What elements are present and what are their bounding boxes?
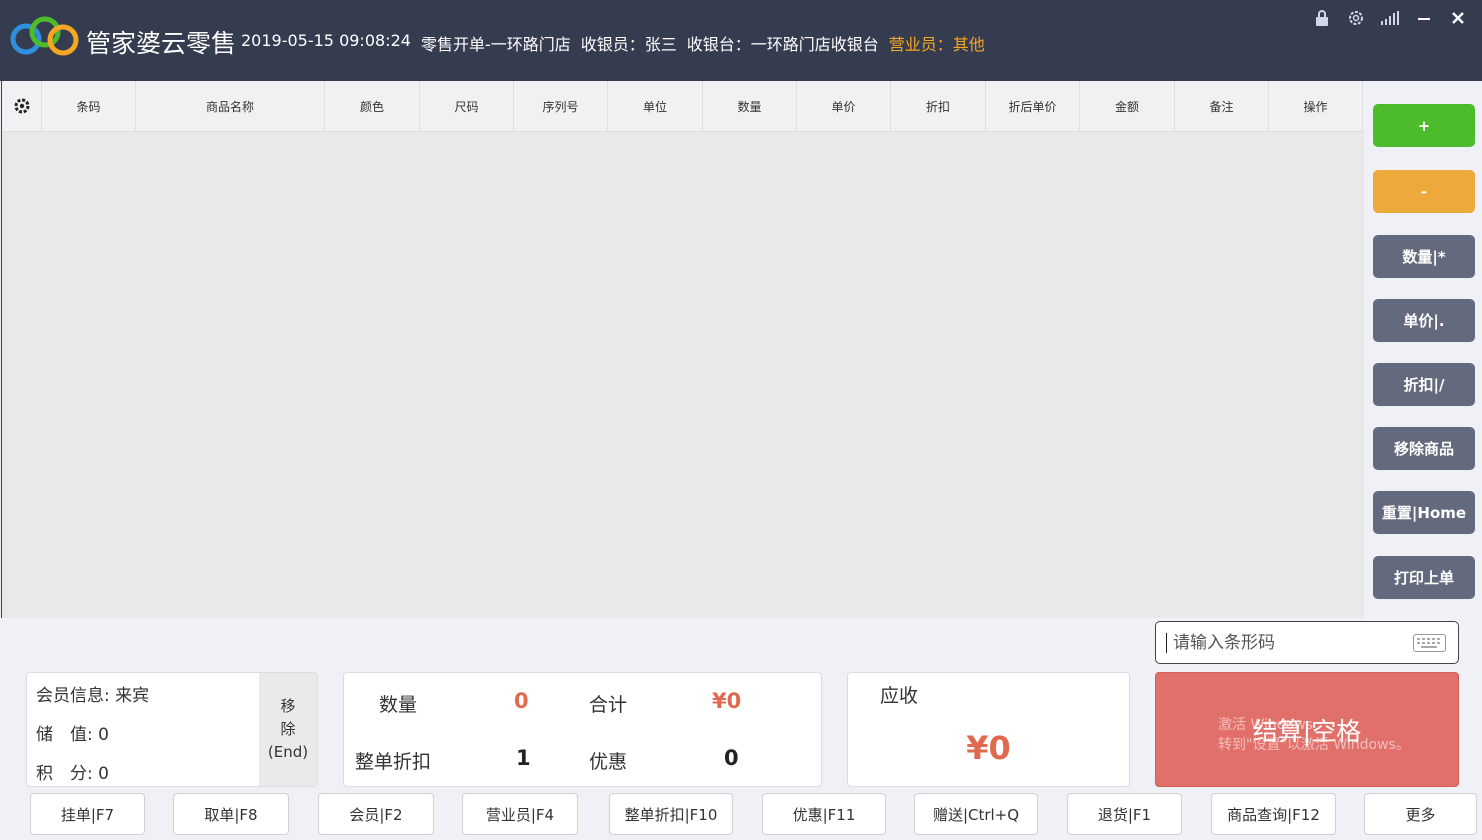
receivable-amount: ¥0	[966, 729, 1011, 767]
barcode-input[interactable]	[1166, 632, 1406, 653]
column-header: 颜色	[325, 81, 420, 131]
quantity-button[interactable]: 数量|*	[1373, 235, 1475, 278]
store-label: -一环路门店	[484, 35, 571, 54]
column-header: 操作	[1269, 81, 1363, 131]
print-last-button[interactable]: 打印上单	[1373, 556, 1475, 599]
qty-value: 0	[514, 689, 529, 713]
promotion-button[interactable]: 优惠|F11	[762, 793, 886, 835]
member-name: 来宾	[115, 686, 150, 706]
column-header: 单价	[797, 81, 891, 131]
return-button[interactable]: 退货|F1	[1067, 793, 1182, 835]
product-table: 条码 商品名称 颜色 尺码 序列号 单位 数量 单价 折扣 折后单价 金额 备注 操作	[1, 81, 1364, 618]
discount-label: 整单折扣	[355, 751, 432, 773]
checkout-label: 结算|空格	[1252, 716, 1362, 746]
member-button[interactable]: 会员|F2	[318, 793, 434, 835]
totals-panel: 数量 0 合计 ¥0 整单折扣 1 优惠 0	[343, 672, 822, 787]
hold-order-button[interactable]: 挂单|F7	[30, 793, 145, 835]
salesperson-label[interactable]: 营业员：其他	[889, 31, 985, 55]
qty-label: 数量	[379, 694, 418, 716]
sum-label: 合计	[589, 694, 628, 716]
order-discount-button[interactable]: 整单折扣|F10	[609, 793, 733, 835]
app-name: 管家婆云零售	[86, 29, 237, 58]
add-qty-button[interactable]: +	[1373, 104, 1475, 147]
gift-button[interactable]: 赠送|Ctrl+Q	[914, 793, 1038, 835]
column-header: 折扣	[891, 81, 986, 131]
column-header: 备注	[1175, 81, 1269, 131]
discount-value: 1	[516, 746, 531, 770]
table-header: 条码 商品名称 颜色 尺码 序列号 单位 数量 单价 折扣 折后单价 金额 备注 操作	[2, 81, 1364, 132]
mode-label: 零售开单	[420, 35, 485, 54]
barcode-input-box	[1155, 621, 1459, 664]
reset-button[interactable]: 重置|Home	[1373, 491, 1475, 534]
column-header: 序列号	[514, 81, 608, 131]
lock-icon[interactable]	[1312, 8, 1332, 28]
unit-price-button[interactable]: 单价|.	[1373, 299, 1475, 342]
title-bar: 管家婆云零售 2019-05-15 09:08:24 零售开单-一环路门店 收银…	[0, 0, 1482, 81]
remove-item-button[interactable]: 移除商品	[1373, 427, 1475, 470]
checkout-button[interactable]: 结算|空格 激活 Windows 转到"设置"以激活 Windows。	[1155, 672, 1459, 787]
column-header: 条码	[42, 81, 136, 131]
sum-value: ¥0	[712, 689, 742, 713]
window-controls	[1312, 8, 1468, 28]
remove-member-button[interactable]: 移 除 (End)	[259, 673, 317, 786]
promo-label: 优惠	[589, 751, 628, 773]
column-header: 金额	[1080, 81, 1175, 131]
points-row: 积 分: 0	[36, 764, 109, 784]
column-header: 单位	[608, 81, 703, 131]
column-header: 折后单价	[986, 81, 1080, 131]
points-value: 0	[98, 764, 109, 784]
stored-value: 0	[98, 725, 109, 745]
more-button[interactable]: 更多	[1364, 793, 1477, 835]
salesperson-button[interactable]: 营业员|F4	[462, 793, 578, 835]
cashier-label: 收银员：张三	[580, 35, 677, 54]
column-header: 数量	[703, 81, 797, 131]
column-header: 尺码	[420, 81, 514, 131]
promo-value: 0	[724, 746, 739, 770]
register-label: 收银台：一环路门店收银台	[686, 35, 879, 54]
gear-icon[interactable]	[2, 81, 42, 131]
retrieve-order-button[interactable]: 取单|F8	[173, 793, 289, 835]
member-panel: 会员信息: 来宾 储 值: 0 积 分: 0 移 除 (End)	[26, 672, 318, 787]
close-icon[interactable]	[1448, 8, 1468, 28]
stored-value-row: 储 值: 0	[36, 725, 109, 745]
session-info: 2019-05-15 09:08:24 零售开单-一环路门店 收银员：张三 收银…	[241, 31, 985, 55]
discount-button[interactable]: 折扣|/	[1373, 363, 1475, 406]
app-logo	[10, 16, 79, 56]
settings-icon[interactable]	[1346, 8, 1366, 28]
receivable-label: 应收	[880, 685, 919, 707]
datetime: 2019-05-15 09:08:24	[241, 31, 411, 50]
signal-icon	[1380, 8, 1400, 28]
column-header: 商品名称	[136, 81, 325, 131]
minimize-icon[interactable]	[1414, 8, 1434, 28]
receivable-panel: 应收 ¥0	[847, 672, 1130, 787]
member-info-row: 会员信息: 来宾	[36, 686, 150, 706]
product-query-button[interactable]: 商品查询|F12	[1211, 793, 1336, 835]
minus-qty-button[interactable]: -	[1373, 170, 1475, 213]
keyboard-icon[interactable]	[1413, 634, 1446, 652]
